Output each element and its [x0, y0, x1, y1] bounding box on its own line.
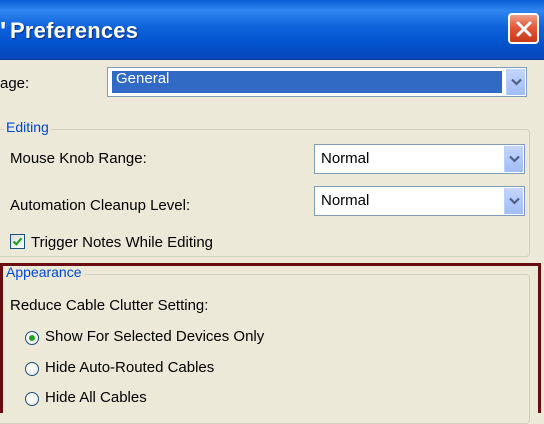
radio-selected-dot	[29, 335, 35, 341]
trigger-notes-label[interactable]: Trigger Notes While Editing	[31, 234, 213, 251]
mouse-knob-range-select[interactable]: Normal	[314, 144, 525, 174]
page-label: age:	[0, 75, 30, 92]
page-select-dropdown-button[interactable]	[506, 69, 525, 95]
editing-legend: Editing	[4, 119, 51, 135]
checkmark-icon	[12, 237, 23, 246]
radio-show-selected-label[interactable]: Show For Selected Devices Only	[45, 328, 264, 345]
title-glyph: '	[0, 16, 7, 46]
close-icon	[516, 21, 531, 36]
radio-hide-all[interactable]	[25, 392, 39, 406]
page-select[interactable]: General	[107, 67, 527, 97]
radio-show-selected[interactable]	[25, 331, 39, 345]
chevron-down-icon	[508, 155, 520, 163]
title-bar: ' Preferences	[0, 0, 544, 60]
radio-hide-auto-routed[interactable]	[25, 362, 39, 376]
cable-clutter-label: Reduce Cable Clutter Setting:	[10, 297, 209, 314]
page-select-value: General	[116, 70, 170, 87]
trigger-notes-checkbox[interactable]	[10, 234, 25, 249]
mouse-knob-range-value: Normal	[321, 150, 370, 167]
automation-cleanup-label: Automation Cleanup Level:	[10, 197, 191, 214]
radio-hide-auto-routed-label[interactable]: Hide Auto-Routed Cables	[45, 359, 214, 376]
automation-cleanup-select[interactable]: Normal	[314, 186, 525, 216]
page-select-highlight	[112, 71, 502, 93]
automation-cleanup-dropdown-button[interactable]	[504, 188, 523, 214]
mouse-knob-range-label: Mouse Knob Range:	[10, 150, 147, 167]
mouse-knob-range-dropdown-button[interactable]	[504, 146, 523, 172]
window-title: Preferences	[10, 18, 139, 43]
chevron-down-icon	[508, 197, 520, 205]
close-button[interactable]	[508, 13, 539, 44]
radio-hide-all-label[interactable]: Hide All Cables	[45, 389, 147, 406]
chevron-down-icon	[510, 78, 522, 86]
automation-cleanup-value: Normal	[321, 192, 370, 209]
